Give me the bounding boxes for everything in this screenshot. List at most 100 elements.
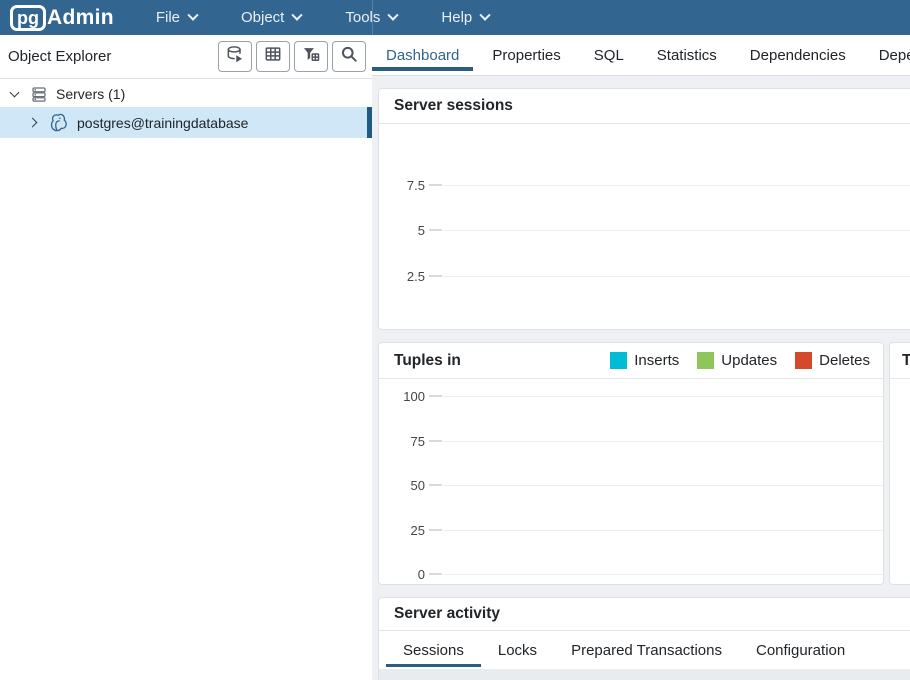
servers-stack-icon (30, 85, 48, 103)
tick-mark (429, 573, 442, 575)
tuples-in-legend: Inserts Updates Deletes (592, 352, 870, 369)
tree-item-postgres-server[interactable]: postgres@trainingdatabase (0, 107, 372, 138)
legend-item-updates[interactable]: Updates (697, 352, 777, 369)
inserts-swatch-icon (610, 352, 627, 369)
tab-dashboard[interactable]: Dashboard (372, 35, 473, 75)
navbar-divider (372, 0, 373, 35)
gridline (443, 574, 883, 575)
tree-item-servers[interactable]: Servers (1) (0, 80, 372, 107)
tuples-in-panel: Tuples in Inserts Updates Deletes 100 (378, 342, 884, 585)
tick-mark (429, 275, 442, 277)
tab-properties[interactable]: Properties (478, 35, 574, 75)
chevron-down-icon (292, 9, 303, 20)
search-objects-button[interactable] (332, 41, 366, 72)
server-activity-tab-bar: Sessions Locks Prepared Transactions Con… (379, 631, 910, 669)
gridline (443, 396, 883, 397)
tuples-out-header: Tuples out (890, 343, 910, 379)
menu-help-label: Help (441, 9, 472, 26)
menu-bar: File Object Tools Help (156, 9, 489, 26)
connect-database-icon (225, 44, 245, 69)
gridline (443, 441, 883, 442)
pgadmin-logo: pgAdmin (10, 5, 114, 31)
tab-sql[interactable]: SQL (580, 35, 638, 75)
tab-prepared-transactions[interactable]: Prepared Transactions (554, 631, 739, 669)
chevron-down-icon (187, 9, 198, 20)
object-explorer-toolbar (218, 41, 366, 72)
server-sessions-title: Server sessions (394, 97, 513, 115)
filtered-rows-button[interactable] (294, 41, 328, 72)
legend-item-inserts[interactable]: Inserts (610, 352, 679, 369)
tab-dashboard-label: Dashboard (386, 47, 459, 64)
search-objects-icon (339, 44, 359, 69)
menu-tools-label: Tools (345, 9, 380, 26)
menu-object-label: Object (241, 9, 284, 26)
tuples-in-header: Tuples in Inserts Updates Deletes (379, 343, 883, 379)
gridline (443, 276, 910, 277)
ytick-label: 25 (379, 523, 425, 538)
menu-help[interactable]: Help (441, 9, 489, 26)
postgresql-elephant-icon (48, 112, 69, 133)
gridline-2-5: 2.5 (379, 268, 910, 284)
top-navbar: pgAdmin File Object Tools Help (0, 0, 910, 35)
tab-configuration-label: Configuration (756, 642, 845, 659)
tab-configuration[interactable]: Configuration (739, 631, 862, 669)
gridline-25: 25 (379, 522, 883, 538)
ytick-label: 0 (379, 567, 425, 582)
tick-mark (429, 440, 442, 442)
tuples-out-panel: Tuples out (889, 342, 910, 585)
ytick-label: 50 (379, 478, 425, 493)
view-table-data-icon (263, 44, 283, 69)
gridline-50: 50 (379, 477, 883, 493)
tab-dependents[interactable]: Dependents (865, 35, 910, 75)
tab-sessions[interactable]: Sessions (386, 631, 481, 669)
chevron-down-icon (480, 9, 491, 20)
pgadmin-logo-pg: pg (10, 5, 46, 31)
tab-statistics[interactable]: Statistics (643, 35, 731, 75)
updates-swatch-icon (697, 352, 714, 369)
view-table-data-button[interactable] (256, 41, 290, 72)
server-sessions-header: Server sessions (379, 89, 910, 124)
ytick-label: 75 (379, 434, 425, 449)
gridline (443, 230, 910, 231)
deletes-swatch-icon (795, 352, 812, 369)
ytick-label: 2.5 (379, 269, 425, 284)
tab-locks[interactable]: Locks (481, 631, 554, 669)
connect-database-button[interactable] (218, 41, 252, 72)
chevron-right-icon[interactable] (28, 118, 38, 128)
menu-object[interactable]: Object (241, 9, 301, 26)
filtered-rows-icon (301, 44, 321, 69)
object-explorer-title: Object Explorer (8, 48, 111, 65)
legend-item-deletes[interactable]: Deletes (795, 352, 870, 369)
tab-sessions-label: Sessions (403, 642, 464, 659)
legend-inserts-label: Inserts (634, 352, 679, 369)
tab-dependents-label: Dependents (879, 47, 910, 64)
tab-statistics-label: Statistics (657, 47, 717, 64)
tab-properties-label: Properties (492, 47, 560, 64)
gridline-7-5: 7.5 (379, 177, 910, 193)
menu-file[interactable]: File (156, 9, 197, 26)
server-activity-panel: Server activity Sessions Locks Prepared … (378, 597, 910, 680)
tab-dependencies-label: Dependencies (750, 47, 846, 64)
tab-sql-label: SQL (594, 47, 624, 64)
tab-locks-label: Locks (498, 642, 537, 659)
chevron-down-icon[interactable] (10, 87, 20, 97)
server-activity-toolbar-strip (379, 669, 910, 680)
tuples-out-title: Tuples out (902, 352, 910, 370)
gridline (443, 485, 883, 486)
object-explorer-tree: Servers (1) postgres@trainingdatabase (0, 80, 372, 138)
tick-mark (429, 395, 442, 397)
legend-updates-label: Updates (721, 352, 777, 369)
tick-mark (429, 229, 442, 231)
server-activity-title: Server activity (394, 605, 500, 623)
ytick-label: 5 (379, 223, 425, 238)
ytick-label: 7.5 (379, 178, 425, 193)
gridline-100: 100 (379, 388, 883, 404)
gridline (443, 530, 883, 531)
gridline-0: 0 (379, 566, 883, 582)
tick-mark (429, 484, 442, 486)
tab-dependencies[interactable]: Dependencies (736, 35, 860, 75)
tuples-in-title: Tuples in (394, 352, 461, 370)
menu-file-label: File (156, 9, 180, 26)
tick-mark (429, 529, 442, 531)
gridline (443, 185, 910, 186)
